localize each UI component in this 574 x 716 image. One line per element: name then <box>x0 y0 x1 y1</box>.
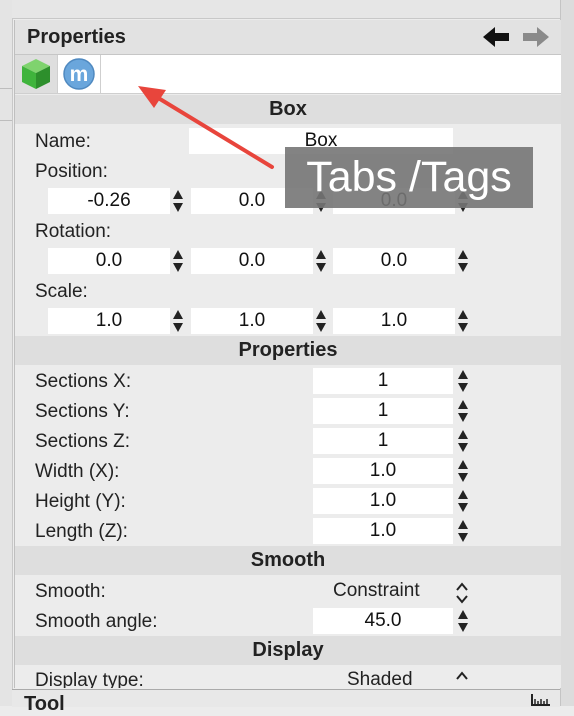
arrow-left-icon[interactable] <box>481 24 511 50</box>
svg-text:m: m <box>70 63 89 86</box>
properties-panel: Properties m Box Name: Box Position: -0.… <box>14 20 561 688</box>
section-smooth-header: Smooth <box>15 546 561 575</box>
height-label: Height (Y): <box>35 491 126 512</box>
scale-x-stepper[interactable] <box>172 309 184 333</box>
rotation-label: Rotation: <box>35 221 112 242</box>
sections-x-field[interactable]: 1 <box>313 368 453 394</box>
sections-z-stepper[interactable] <box>457 429 469 453</box>
scale-y-field[interactable]: 1.0 <box>191 308 313 334</box>
rotation-z-stepper[interactable] <box>457 249 469 273</box>
sections-x-stepper[interactable] <box>457 369 469 393</box>
chevron-up-icon[interactable] <box>455 670 469 688</box>
tabs-bar: m <box>15 55 561 94</box>
sections-z-field[interactable]: 1 <box>313 428 453 454</box>
rotation-y-stepper[interactable] <box>315 249 327 273</box>
name-label: Name: <box>35 131 91 152</box>
smooth-select[interactable]: Constraint <box>333 580 420 602</box>
sections-y-label: Sections Y: <box>35 401 130 422</box>
smooth-angle-field[interactable]: 45.0 <box>313 608 453 634</box>
scale-label: Scale: <box>35 281 88 302</box>
position-x-field[interactable]: -0.26 <box>48 188 170 214</box>
position-x-stepper[interactable] <box>172 189 184 213</box>
sections-y-field[interactable]: 1 <box>313 398 453 424</box>
ruler-icon[interactable] <box>530 692 552 706</box>
chevron-updown-icon[interactable] <box>455 581 469 605</box>
sections-x-label: Sections X: <box>35 371 132 392</box>
left-panel-edge <box>0 0 13 706</box>
scale-z-field[interactable]: 1.0 <box>333 308 455 334</box>
rotation-z-field[interactable]: 0.0 <box>333 248 455 274</box>
section-properties-header: Properties <box>15 336 561 365</box>
scale-x-field[interactable]: 1.0 <box>48 308 170 334</box>
sections-y-stepper[interactable] <box>457 399 469 423</box>
m-circle-icon: m <box>63 58 95 90</box>
green-cube-icon <box>22 59 50 89</box>
rotation-x-field[interactable]: 0.0 <box>48 248 170 274</box>
rotation-x-stepper[interactable] <box>172 249 184 273</box>
annotation-text: Tabs /Tags <box>306 153 512 201</box>
length-stepper[interactable] <box>457 519 469 543</box>
smooth-label: Smooth: <box>35 581 106 602</box>
scale-z-stepper[interactable] <box>457 309 469 333</box>
height-field[interactable]: 1.0 <box>313 488 453 514</box>
smooth-angle-stepper[interactable] <box>457 609 469 633</box>
sections-z-label: Sections Z: <box>35 431 131 452</box>
tool-panel-title: Tool <box>24 693 65 715</box>
width-stepper[interactable] <box>457 459 469 483</box>
display-type-label: Display type: <box>35 670 144 688</box>
tab-modifier[interactable]: m <box>58 55 101 93</box>
tab-box[interactable] <box>15 55 58 93</box>
section-box-header: Box <box>15 95 561 124</box>
width-field[interactable]: 1.0 <box>313 458 453 484</box>
top-panel-edge <box>12 0 560 19</box>
width-label: Width (X): <box>35 461 120 482</box>
arrow-right-icon[interactable] <box>521 24 551 50</box>
position-label: Position: <box>35 161 108 182</box>
length-field[interactable]: 1.0 <box>313 518 453 544</box>
annotation-callout: Tabs /Tags <box>285 147 533 208</box>
height-stepper[interactable] <box>457 489 469 513</box>
panel-title: Properties <box>27 26 126 48</box>
right-scroll-edge[interactable] <box>560 0 574 706</box>
display-type-select[interactable]: Shaded <box>347 669 413 688</box>
panel-title-bar: Properties <box>15 20 561 55</box>
section-display-header: Display <box>15 636 561 665</box>
scale-y-stepper[interactable] <box>315 309 327 333</box>
length-label: Length (Z): <box>35 521 128 542</box>
smooth-angle-label: Smooth angle: <box>35 611 158 632</box>
rotation-y-field[interactable]: 0.0 <box>191 248 313 274</box>
tool-panel-bar: Tool <box>12 689 560 715</box>
